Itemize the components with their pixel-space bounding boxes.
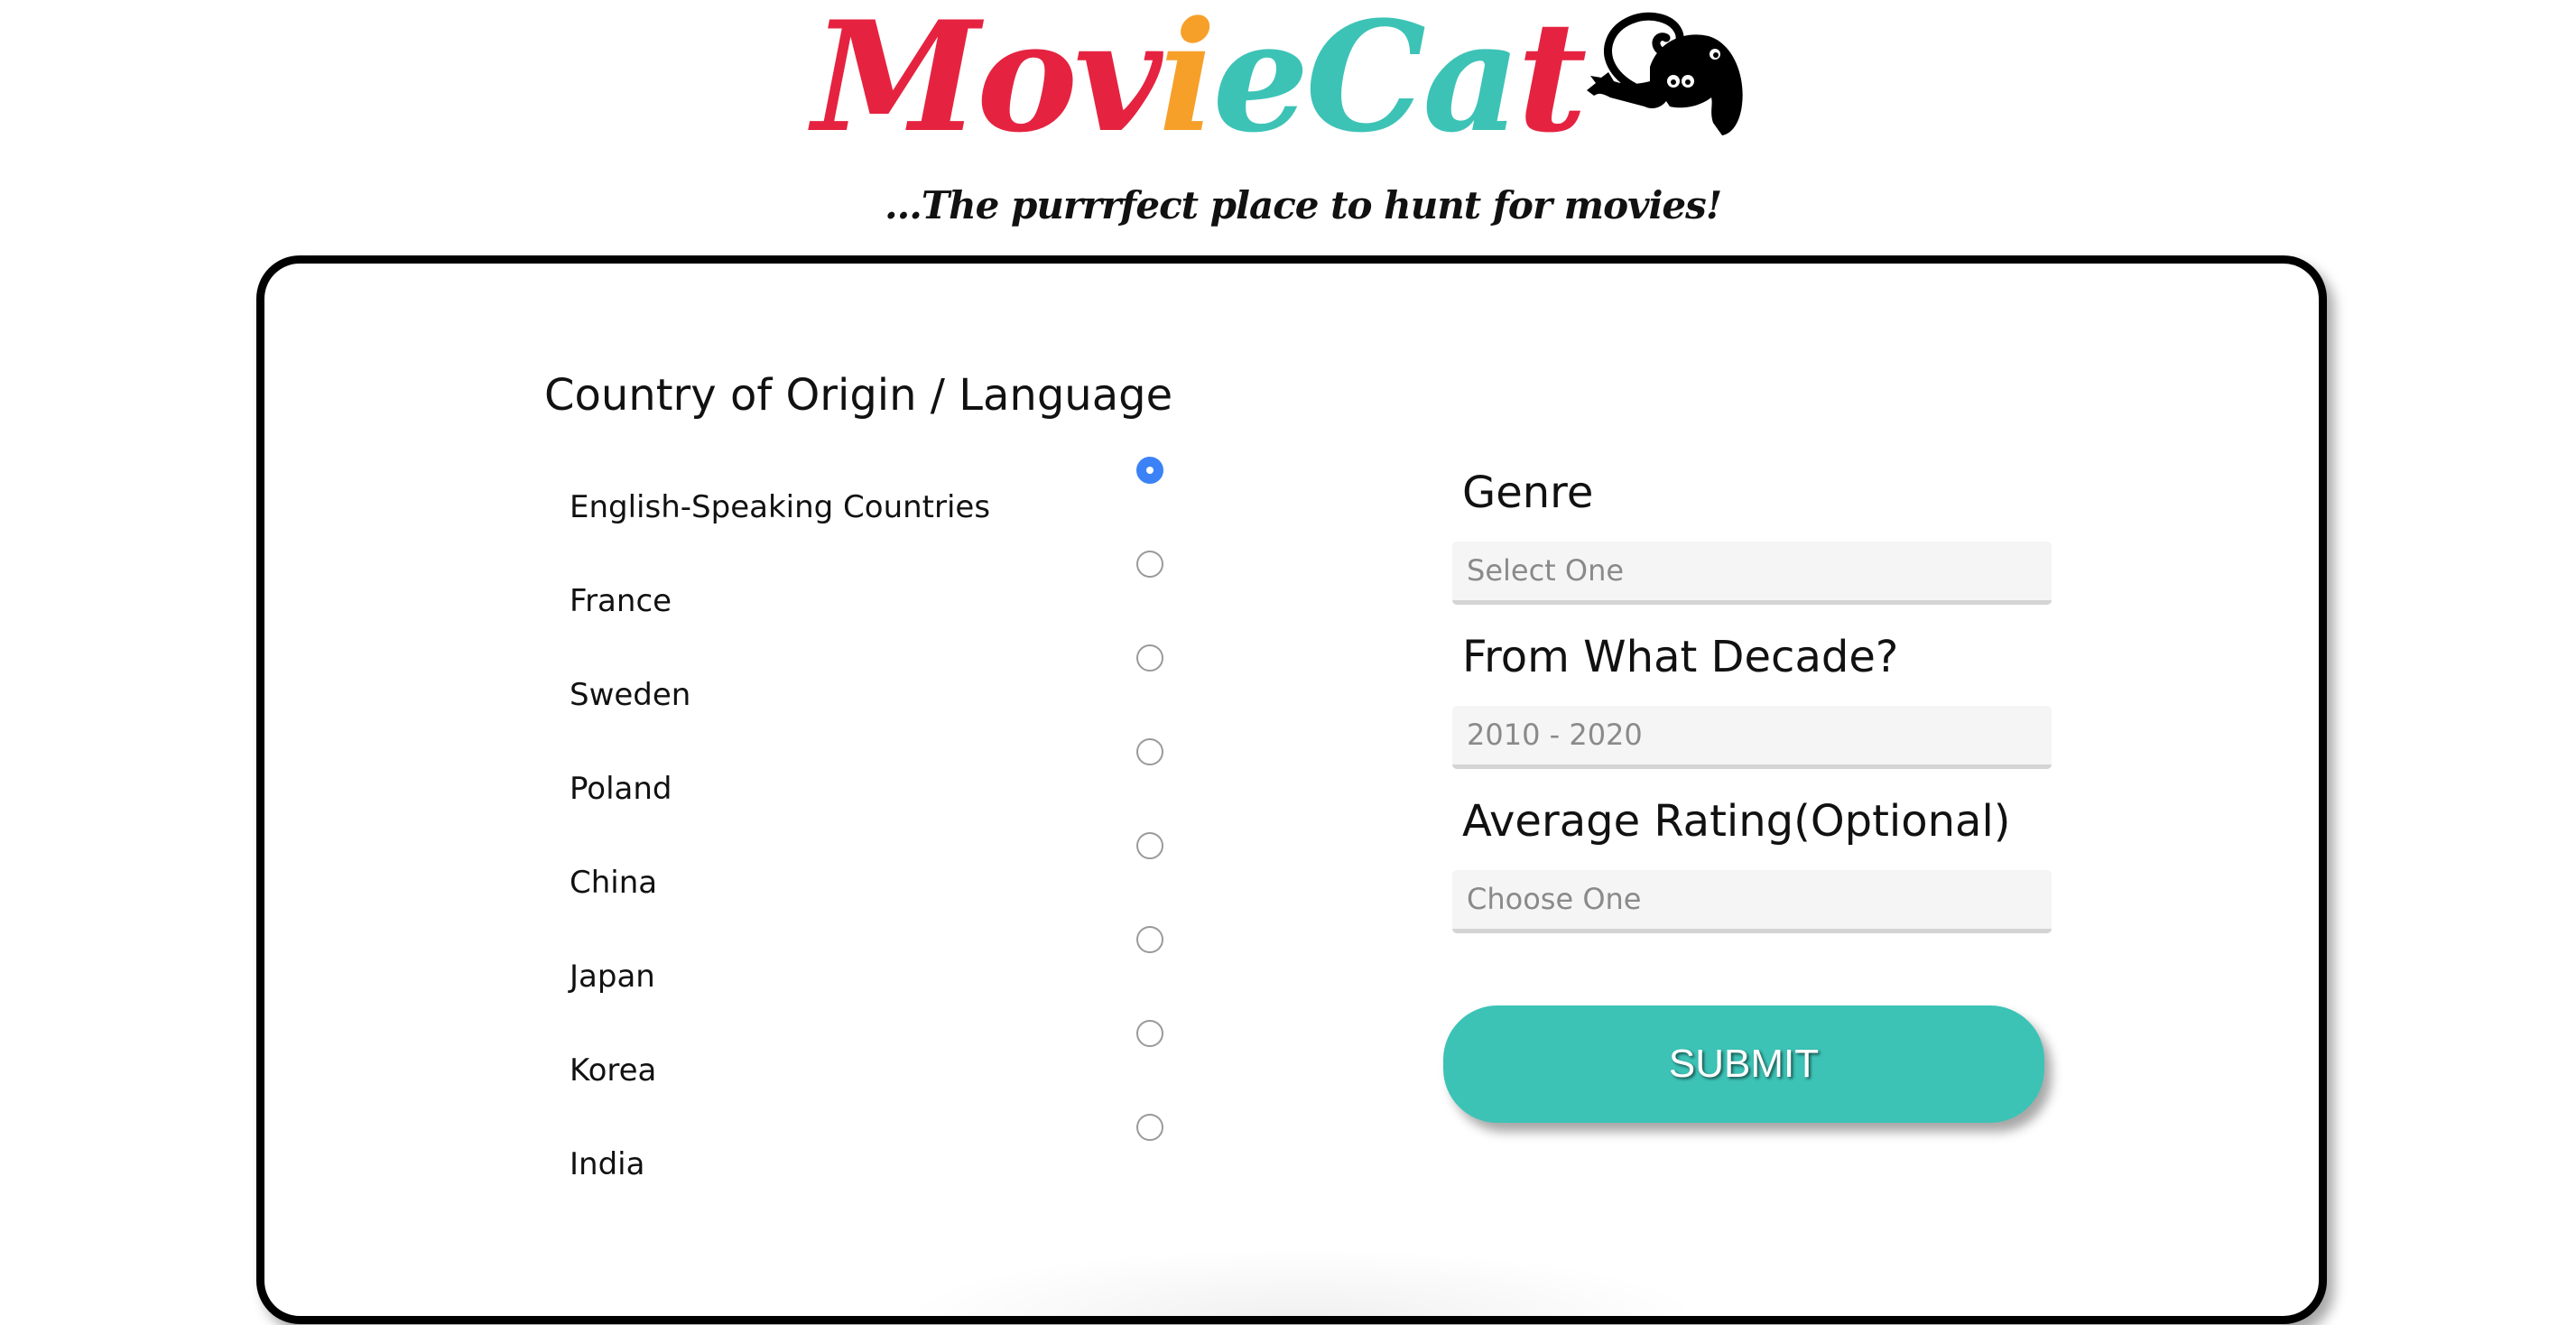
country-option-label: India <box>570 1146 645 1182</box>
rating-select[interactable]: Choose One <box>1452 870 2052 933</box>
search-form-card: Country of Origin / Language English-Spe… <box>256 255 2327 1324</box>
logo-part-4: Ca <box>1305 0 1521 166</box>
country-option-china[interactable]: China <box>264 832 1257 957</box>
decade-heading: From What Decade? <box>1462 632 1899 682</box>
country-option-sweden[interactable]: Sweden <box>264 644 1257 769</box>
radio-button[interactable] <box>1136 457 1163 484</box>
country-option-label: Sweden <box>570 677 691 713</box>
radio-button[interactable] <box>1136 1114 1163 1141</box>
logo-text: Movie Cat <box>812 0 1588 166</box>
decade-select[interactable]: 2010 - 2020 <box>1452 706 2052 769</box>
logo-part-2: i <box>1158 0 1217 166</box>
radio-button[interactable] <box>1136 644 1163 672</box>
genre-select[interactable]: Select One <box>1452 542 2052 605</box>
rating-heading: Average Rating(Optional) <box>1462 796 2011 847</box>
radio-button[interactable] <box>1136 738 1163 765</box>
cat-icon <box>1587 12 1743 135</box>
country-option-india[interactable]: India <box>264 1114 1257 1238</box>
logo-part-5: t <box>1516 0 1588 166</box>
country-option-label: Poland <box>570 771 672 807</box>
country-heading: Country of Origin / Language <box>544 370 1173 421</box>
submit-button[interactable]: SUBMIT <box>1443 1005 2044 1123</box>
radio-button[interactable] <box>1136 1020 1163 1047</box>
country-option-label: China <box>570 865 658 901</box>
country-option-label: Korea <box>570 1052 657 1089</box>
country-option-english[interactable]: English-Speaking Countries <box>264 457 1257 581</box>
country-option-poland[interactable]: Poland <box>264 738 1257 863</box>
header: Movie Cat ...The purrrfect place to hunt… <box>0 0 2576 244</box>
logo-part-1: Mov <box>812 0 1163 166</box>
radio-button[interactable] <box>1136 832 1163 859</box>
country-option-japan[interactable]: Japan <box>264 926 1257 1051</box>
genre-heading: Genre <box>1462 468 1594 518</box>
country-option-label: Japan <box>570 959 655 995</box>
country-option-france[interactable]: France <box>264 551 1257 675</box>
radio-button[interactable] <box>1136 551 1163 578</box>
country-option-korea[interactable]: Korea <box>264 1020 1257 1144</box>
logo-part-3: e <box>1212 0 1309 166</box>
country-option-label: France <box>570 583 672 619</box>
decorative-shadow <box>896 1247 1709 1320</box>
radio-button[interactable] <box>1136 926 1163 953</box>
country-option-label: English-Speaking Countries <box>570 489 991 525</box>
tagline: ...The purrrfect place to hunt for movie… <box>885 183 1722 227</box>
